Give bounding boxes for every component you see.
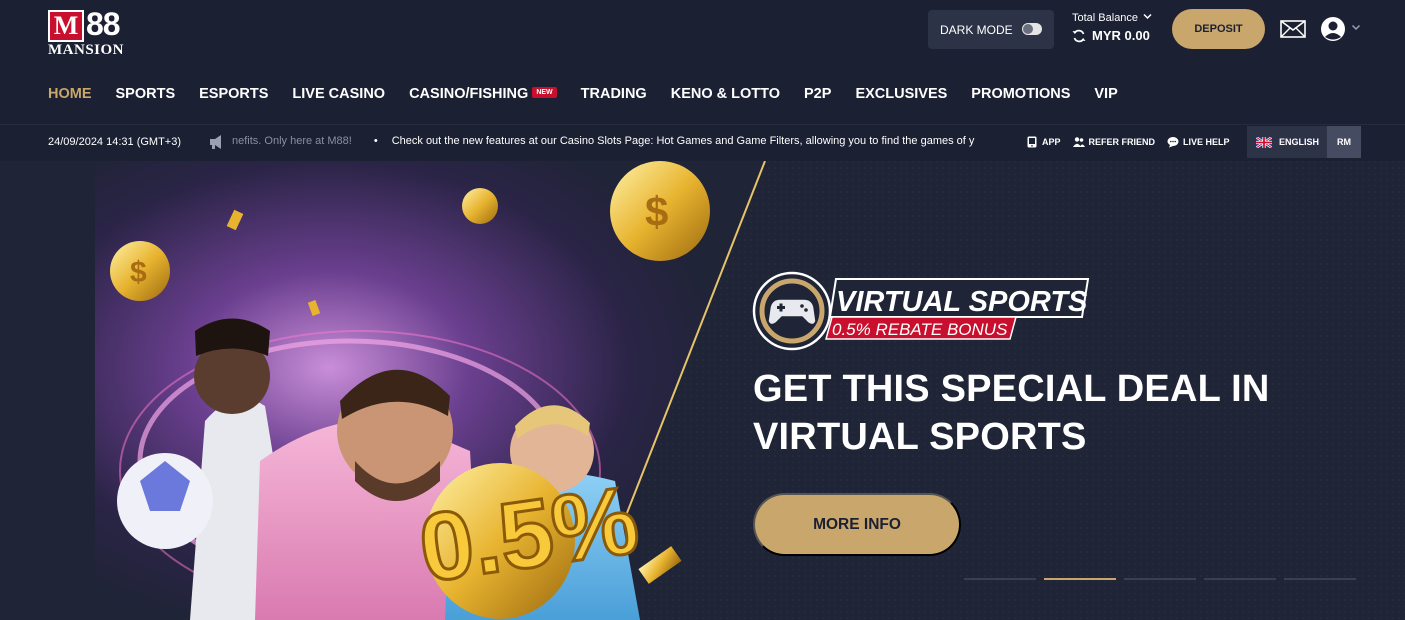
carousel-dot[interactable] [964,578,1036,580]
nav-item-casino-fishing-label: CASINO/FISHING [409,86,529,102]
user-account-icon[interactable] [1320,16,1346,42]
live-help-link[interactable]: LIVE HELP [1167,136,1230,148]
separator-dot: • [373,135,378,147]
logo-mansion-text: MANSION [48,42,125,58]
app-link[interactable]: APP [1026,136,1061,148]
chevron-down-icon[interactable] [1351,22,1361,32]
nav-item-exclusives[interactable]: EXCLUSIVES [855,86,947,102]
mobile-app-icon [1027,136,1037,148]
currency-selector[interactable]: RM [1327,126,1361,158]
banner-headline: GET THIS SPECIAL DEAL IN VIRTUAL SPORTS [753,365,1373,461]
dark-mode-toggle[interactable]: DARK MODE [928,10,1054,49]
nav-item-keno-lotto[interactable]: KENO & LOTTO [671,86,780,102]
dollar-coin-text: $ [130,256,147,289]
chat-bubble-icon [1167,137,1179,148]
new-badge: NEW [532,87,557,98]
carousel-dot[interactable] [1124,578,1196,580]
headline-line-1: GET THIS SPECIAL DEAL IN [753,368,1270,410]
toggle-switch[interactable] [1022,23,1042,35]
m88-mansion-logo[interactable]: M 88 MANSION [48,6,132,58]
nav-item-p2p[interactable]: P2P [804,86,831,102]
nav-item-esports[interactable]: ESPORTS [199,86,268,102]
nav-item-home[interactable]: HOME [48,86,92,102]
balance-widget[interactable]: Total Balance MYR 0.00 [1072,12,1152,43]
carousel-dot[interactable] [1204,578,1276,580]
refresh-icon[interactable] [1072,29,1086,43]
app-link-label: APP [1042,137,1061,147]
virtual-sports-badge: VIRTUAL SPORTS 0.5% REBATE BONUS [752,271,1090,351]
promo-banner[interactable]: 0.5% $ $ VIRTUAL SPORTS 0.5% REBATE BONU… [0,161,1405,620]
site-header: M 88 MANSION DARK MODE Total Balance MYR… [0,0,1405,124]
language-label: ENGLISH [1279,137,1320,147]
nav-item-casino-fishing[interactable]: CASINO/FISHING NEW [409,86,557,102]
uk-flag-icon [1256,136,1272,148]
carousel-dot[interactable] [1284,578,1356,580]
badge-subtitle: 0.5% REBATE BONUS [832,320,1008,339]
live-help-label: LIVE HELP [1183,137,1230,147]
nav-item-vip[interactable]: VIP [1094,86,1117,102]
balance-label-row: Total Balance [1072,12,1152,24]
mail-icon[interactable] [1280,20,1306,38]
dark-mode-label: DARK MODE [940,22,1013,37]
balance-label: Total Balance [1072,12,1139,24]
badge-title: VIRTUAL SPORTS [836,286,1088,318]
current-datetime: 24/09/2024 14:31 (GMT+3) [48,136,181,148]
nav-item-promotions[interactable]: PROMOTIONS [971,86,1070,102]
more-info-button[interactable]: MORE INFO [753,493,961,556]
headline-line-2: VIRTUAL SPORTS [753,416,1087,458]
announcement-marquee[interactable]: nefits. Only here at M88! • Check out the … [232,135,1016,151]
announcement-text-1: nefits. Only here at M88! [232,135,352,147]
carousel-dot-active[interactable] [1044,578,1116,580]
chevron-down-icon [1143,13,1152,20]
balance-value-row: MYR 0.00 [1072,28,1152,43]
balance-value: MYR 0.00 [1092,28,1150,43]
logo-m-mark: M [48,10,84,42]
main-nav: HOME SPORTS ESPORTS LIVE CASINO CASINO/F… [48,85,1142,103]
announcement-bar: 24/09/2024 14:31 (GMT+3) nefits. Only he… [0,124,1405,161]
refer-friend-link[interactable]: REFER FRIEND [1072,136,1156,148]
nav-item-live-casino[interactable]: LIVE CASINO [292,86,385,102]
nav-item-sports[interactable]: SPORTS [116,86,176,102]
language-selector[interactable]: ENGLISH RM [1247,126,1361,158]
quick-links: APP REFER FRIEND LIVE HELP [1026,136,1242,148]
logo-88-text: 88 [86,6,121,42]
deposit-button[interactable]: DEPOSIT [1172,9,1265,49]
megaphone-icon [210,135,221,149]
carousel-indicators [964,578,1364,580]
announcement-text-2: Check out the new features at our Casino… [391,135,975,147]
dollar-coin-text: $ [645,188,668,235]
nav-item-trading[interactable]: TRADING [581,86,647,102]
refer-friend-label: REFER FRIEND [1088,137,1156,147]
users-icon [1072,137,1085,147]
